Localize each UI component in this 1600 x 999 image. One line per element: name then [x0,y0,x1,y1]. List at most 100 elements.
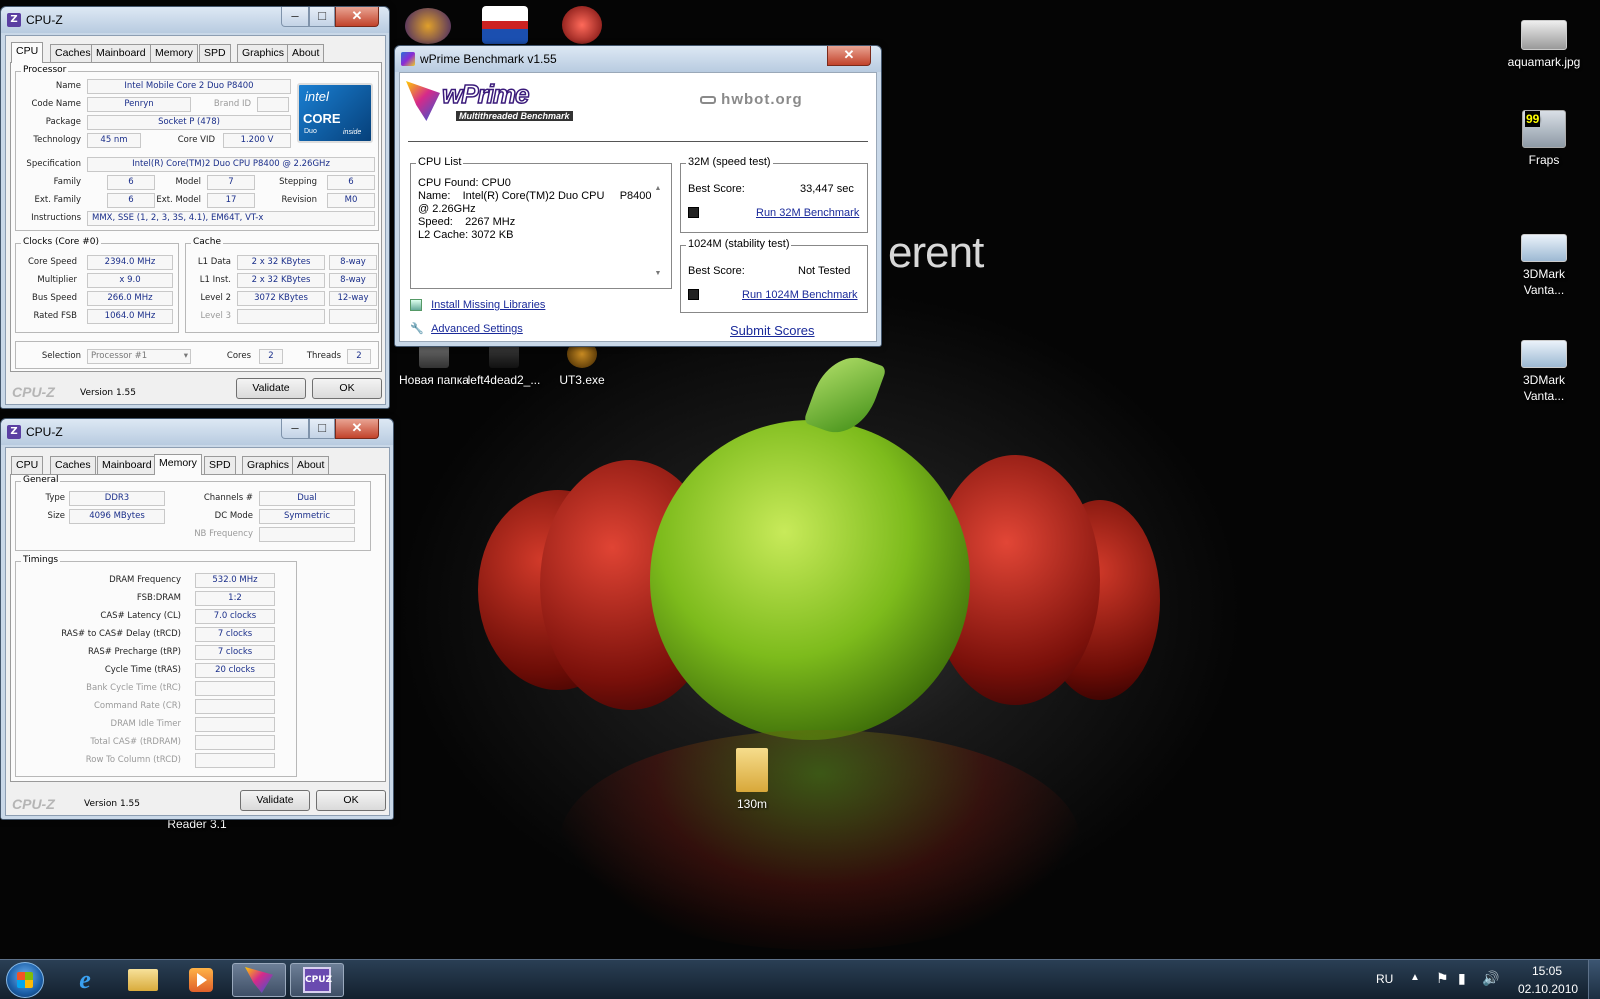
level3-field [237,309,325,324]
extfamily-label: Ext. Family [34,195,82,205]
wprime-icon [245,967,273,993]
desktop-icon-ut3[interactable]: UT3.exe [540,340,624,388]
submit-scores-link[interactable]: Submit Scores [730,323,815,338]
revision-label: Revision [281,195,317,205]
start-button[interactable] [6,962,44,998]
tab-graphics[interactable]: Graphics [242,456,295,474]
codename-label: Code Name [31,99,81,109]
language-indicator[interactable]: RU [1376,972,1393,986]
tab-graphics[interactable]: Graphics [237,44,290,62]
tab-cpu[interactable]: CPU [11,42,44,63]
scroll-up-icon[interactable]: ▲ [652,185,664,192]
window-title: CPU-Z [26,425,63,439]
corespeed-field: 2394.0 MHz [87,255,173,270]
desktop-icon-left4dead2[interactable]: left4dead2_... [462,340,546,388]
wprime-window[interactable]: wPrime Benchmark v1.55 ✕ wPrime Multithr… [394,45,882,347]
advanced-settings-link[interactable]: Advanced Settings [431,323,523,335]
run-1024m-benchmark-link[interactable]: Run 1024M Benchmark [742,289,858,301]
tab-caches[interactable]: Caches [50,456,96,474]
tab-memory[interactable]: Memory [154,454,202,475]
tab-memory[interactable]: Memory [150,44,198,62]
desktop-icon-130m[interactable]: 130m [710,748,794,812]
close-button[interactable]: ✕ [335,419,379,439]
power-icon[interactable]: ▮ [1458,970,1466,987]
install-libraries-row[interactable]: Install Missing Libraries [410,299,545,312]
cpuz-window-memory[interactable]: Z CPU-Z – □ ✕ CPU Caches Mainboard Memor… [0,418,394,820]
cpu-list-scrollbar[interactable]: ▲ ▼ [652,185,664,277]
advanced-settings-row[interactable]: 🔧 Advanced Settings [410,323,523,335]
close-button[interactable]: ✕ [827,46,871,66]
volume-icon[interactable]: 🔊 [1482,970,1499,987]
spec-field: Intel(R) Core(TM)2 Duo CPU P8400 @ 2.26G… [87,157,375,172]
show-desktop-button[interactable] [1588,960,1600,999]
timing-value-field [195,699,275,714]
name-label: Name [55,81,81,91]
title-bar[interactable]: Z CPU-Z – □ ✕ [1,7,389,33]
taskbar-media-player-button[interactable] [174,963,228,997]
fraps-icon: 99 [1522,110,1566,148]
corevid-field: 1.200 V [223,133,291,148]
taskbar-explorer-button[interactable] [116,963,170,997]
tab-spd[interactable]: SPD [204,456,236,474]
install-missing-libraries-link[interactable]: Install Missing Libraries [431,299,545,311]
desktop-icon-3dmark-2[interactable]: 3DMark Vanta... [1502,340,1586,404]
selection-label: Selection [41,351,81,361]
action-center-flag-icon[interactable]: ⚑ [1436,970,1449,987]
tab-spd[interactable]: SPD [199,44,231,62]
tab-about[interactable]: About [292,456,330,474]
level3-way-field [329,309,377,324]
folder-icon [128,969,158,991]
desktop-icon-speaker[interactable] [562,6,602,44]
3dmark-icon [1521,234,1567,262]
taskbar-cpuz-button[interactable]: CPUZ [290,963,344,997]
busspeed-label: Bus Speed [32,293,77,303]
validate-button[interactable]: Validate [236,378,306,399]
tab-panel: General Type DDR3 Size 4096 MBytes Chann… [10,474,386,782]
desktop-icon-fraps[interactable]: 99 Fraps [1502,110,1586,168]
cpuz-icon: CPUZ [303,967,332,993]
tab-mainboard[interactable]: Mainboard [91,44,151,62]
cpuz-window-cpu[interactable]: Z CPU-Z – □ ✕ CPU Caches Mainboard Memor… [0,6,390,409]
taskbar-wprime-button[interactable] [232,963,286,997]
tab-cpu[interactable]: CPU [11,456,44,474]
tab-caches[interactable]: Caches [50,44,96,62]
maximize-button[interactable]: □ [309,7,335,27]
tab-mainboard[interactable]: Mainboard [97,456,157,474]
cpu-list-box[interactable]: CPU Found: CPU0 Name: Intel(R) Core(TM)2… [418,177,664,281]
title-bar[interactable]: Z CPU-Z – □ ✕ [1,419,393,445]
clock-time[interactable]: 15:05 [1532,964,1562,978]
tab-about[interactable]: About [287,44,325,62]
minimize-button[interactable]: – [281,419,309,439]
taskbar-ie-button[interactable]: e [58,963,112,997]
wrench-icon: 🔧 [410,323,424,336]
clock-date[interactable]: 02.10.2010 [1518,982,1578,996]
ok-button[interactable]: OK [312,378,382,399]
desktop-icon-game-1[interactable] [405,8,451,44]
scroll-down-icon[interactable]: ▼ [652,270,664,277]
tab-panel: Processor Name Intel Mobile Core 2 Duo P… [10,62,382,372]
stepping-label: Stepping [279,177,317,187]
desktop-icon-3dmark-1[interactable]: 3DMark Vanta... [1502,234,1586,298]
close-button[interactable]: ✕ [335,7,379,27]
title-bar[interactable]: wPrime Benchmark v1.55 ✕ [395,46,881,72]
desktop-icon-game-2[interactable] [482,6,528,44]
technology-field: 45 nm [87,133,141,148]
timing-label: DRAM Idle Timer [110,719,181,729]
maximize-button[interactable]: □ [309,419,335,439]
taskbar: e CPUZ RU ▲ ⚑ ▮ 🔊 15:05 02.10.2010 [0,959,1600,999]
nbfreq-field [259,527,355,542]
selection-dropdown[interactable]: Processor #1 ▾ [87,349,191,364]
ok-button[interactable]: OK [316,790,386,811]
type-field: DDR3 [69,491,165,506]
type-label: Type [45,493,65,503]
show-hidden-icons-button[interactable]: ▲ [1410,972,1420,983]
desktop-icon-aquamark[interactable]: aquamark.jpg [1502,20,1586,70]
wallpaper-apple-reflection [560,730,1080,950]
validate-button[interactable]: Validate [240,790,310,811]
test-32m-group: 32M (speed test) [680,156,868,233]
best-score-32m-value: 33,447 sec [800,183,854,195]
minimize-button[interactable]: – [281,7,309,27]
timing-label: Bank Cycle Time (tRC) [86,683,181,693]
l1inst-label: L1 Inst. [199,275,231,285]
run-32m-benchmark-link[interactable]: Run 32M Benchmark [756,207,859,219]
